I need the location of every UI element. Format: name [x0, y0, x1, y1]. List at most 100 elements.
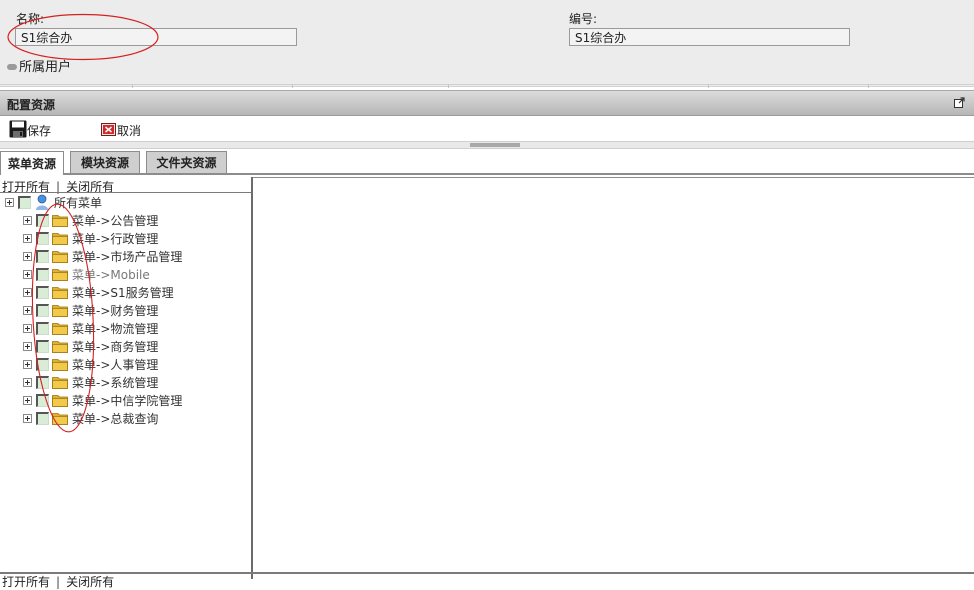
code-field[interactable]	[569, 28, 850, 46]
tab-menu-resources[interactable]: 菜单资源	[0, 151, 64, 175]
tree-checkbox[interactable]	[36, 339, 49, 353]
tree-node: 菜单->物流管理	[23, 319, 158, 337]
tab-module-resources[interactable]: 模块资源	[70, 151, 140, 173]
resource-tabs: 菜单资源 模块资源 文件夹资源	[0, 149, 974, 175]
splitter-grip[interactable]	[470, 143, 520, 147]
tree-node-label[interactable]: 菜单->行政管理	[72, 230, 158, 247]
tree-node: 菜单->公告管理	[23, 211, 158, 229]
folder-icon	[52, 233, 68, 245]
tree-node: 菜单->市场产品管理	[23, 247, 182, 265]
expand-icon[interactable]	[23, 251, 32, 261]
tree-node-label[interactable]: 菜单->Mobile	[72, 266, 150, 283]
toolbar: 保存 取消	[0, 116, 974, 140]
tree-checkbox[interactable]	[36, 213, 49, 227]
tree-root-label[interactable]: 所有菜单	[54, 194, 102, 211]
folder-icon	[52, 323, 68, 335]
divider-tick	[448, 84, 449, 88]
expand-icon[interactable]	[23, 269, 32, 279]
tree-node: 菜单->商务管理	[23, 337, 158, 355]
folder-icon	[52, 395, 68, 407]
tree-node-label[interactable]: 菜单->S1服务管理	[72, 284, 174, 301]
tree-node: 菜单->财务管理	[23, 301, 158, 319]
tree-node-label[interactable]: 菜单->物流管理	[72, 320, 158, 337]
tree-node: 菜单->Mobile	[23, 265, 150, 283]
expand-icon[interactable]	[23, 359, 32, 369]
tree-actions-bottom: 打开所有 | 关闭所有	[2, 575, 115, 589]
folder-icon	[52, 377, 68, 389]
resource-detail-panel	[253, 177, 974, 580]
tree-checkbox[interactable]	[36, 303, 49, 317]
save-icon	[9, 120, 27, 138]
bottom-divider	[0, 572, 974, 574]
expand-icon[interactable]	[23, 287, 32, 297]
divider-tick	[868, 84, 869, 88]
splitter-bar[interactable]	[0, 141, 974, 149]
expand-icon[interactable]	[23, 395, 32, 405]
tree-checkbox[interactable]	[36, 231, 49, 245]
cancel-icon	[101, 123, 116, 136]
owner-users-label: 所属用户	[19, 59, 72, 75]
tree-node-label[interactable]: 菜单->总裁查询	[72, 410, 158, 427]
owner-users-toggle[interactable]: 所属用户	[7, 57, 72, 75]
tree-checkbox[interactable]	[36, 393, 49, 407]
save-label: 保存	[27, 124, 52, 138]
tree-root: 所有菜单	[5, 193, 102, 211]
tree-checkbox[interactable]	[36, 375, 49, 389]
divider-tick	[708, 84, 709, 88]
form-divider	[0, 84, 974, 85]
cancel-label: 取消	[117, 124, 142, 138]
tree-node: 菜单->总裁查询	[23, 409, 158, 427]
tree-checkbox[interactable]	[36, 321, 49, 335]
folder-icon	[52, 269, 68, 281]
tree-checkbox[interactable]	[36, 267, 49, 281]
tree-node-label[interactable]: 菜单->人事管理	[72, 356, 158, 373]
panel-title: 配置资源	[7, 98, 56, 112]
tree-checkbox[interactable]	[36, 285, 49, 299]
tree-checkbox[interactable]	[18, 195, 31, 209]
tree-node-label[interactable]: 菜单->公告管理	[72, 212, 158, 229]
tree-node-label[interactable]: 菜单->财务管理	[72, 302, 158, 319]
expand-icon[interactable]	[23, 341, 32, 351]
menu-tree-panel: 打开所有 | 关闭所有 所有菜单 菜单->公告管理 菜单->行政管理 菜单->市场产品管…	[0, 177, 253, 589]
tree-checkbox[interactable]	[36, 357, 49, 371]
save-button[interactable]: 保存	[9, 118, 51, 138]
folder-icon	[52, 305, 68, 317]
expand-icon[interactable]	[5, 197, 14, 207]
popout-icon[interactable]	[954, 97, 965, 108]
expand-icon[interactable]	[23, 233, 32, 243]
folder-icon	[52, 251, 68, 263]
panel-header: 配置资源	[0, 90, 974, 116]
expand-icon[interactable]	[23, 305, 32, 315]
expand-icon[interactable]	[23, 215, 32, 225]
tree-node-label[interactable]: 菜单->中信学院管理	[72, 392, 182, 409]
detail-form: 名称: 编号: 所属用户	[0, 0, 974, 87]
divider-tick	[132, 84, 133, 88]
divider-tick	[292, 84, 293, 88]
tabs-underline	[0, 173, 974, 175]
tree-node-label[interactable]: 菜单->商务管理	[72, 338, 158, 355]
tree-node-label[interactable]: 菜单->市场产品管理	[72, 248, 182, 265]
tree-node-label[interactable]: 菜单->系统管理	[72, 374, 158, 391]
folder-icon	[52, 287, 68, 299]
folder-icon	[52, 359, 68, 371]
tree-node: 菜单->行政管理	[23, 229, 158, 247]
tree-checkbox[interactable]	[36, 249, 49, 263]
folder-icon	[52, 215, 68, 227]
close-all-link-bottom[interactable]: 关闭所有	[66, 575, 114, 589]
expand-icon[interactable]	[23, 377, 32, 387]
collapse-icon	[7, 63, 17, 70]
folder-icon	[52, 413, 68, 425]
cancel-button[interactable]: 取消	[101, 118, 141, 138]
open-all-link-bottom[interactable]: 打开所有	[2, 575, 50, 589]
tree-checkbox[interactable]	[36, 411, 49, 425]
tree-node: 菜单->中信学院管理	[23, 391, 182, 409]
expand-icon[interactable]	[23, 413, 32, 423]
expand-icon[interactable]	[23, 323, 32, 333]
code-label: 编号:	[569, 12, 598, 26]
globe-user-icon	[36, 194, 48, 210]
tab-folder-resources[interactable]: 文件夹资源	[146, 151, 227, 173]
name-field[interactable]	[15, 28, 297, 46]
name-label: 名称:	[16, 12, 45, 26]
tree-node: 菜单->S1服务管理	[23, 283, 174, 301]
folder-icon	[52, 341, 68, 353]
